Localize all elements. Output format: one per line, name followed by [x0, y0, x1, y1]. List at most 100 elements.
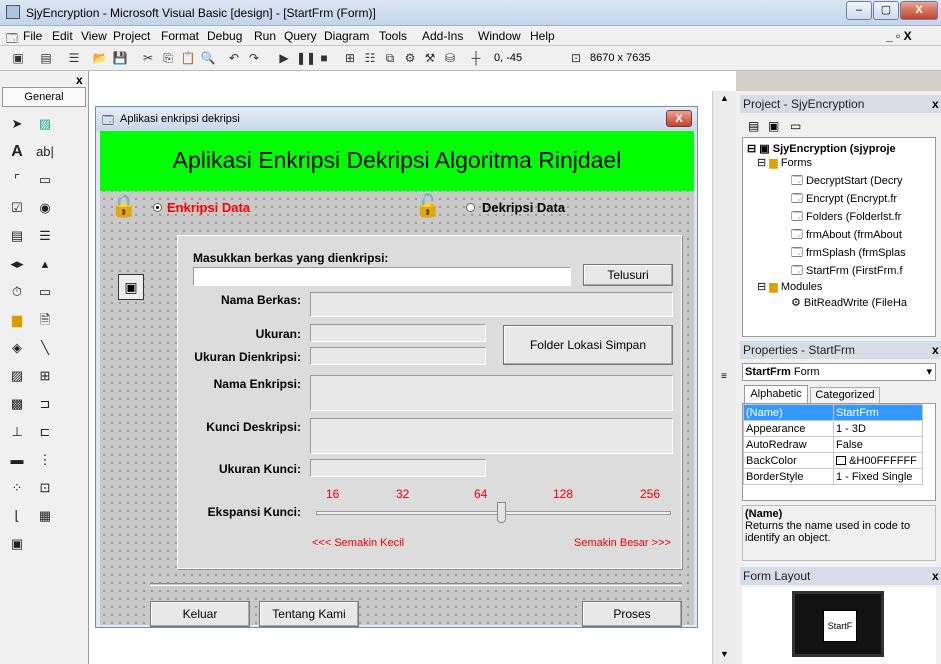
slider-thumb[interactable] [497, 502, 506, 523]
menu-project[interactable]: Project [113, 29, 150, 43]
end-icon[interactable]: ■ [316, 50, 332, 66]
property-value[interactable]: False [833, 436, 923, 453]
tree-form-item[interactable]: 🗔 Encrypt (Encrypt.fr [791, 190, 897, 209]
property-row[interactable]: AutoRedraw False [743, 436, 923, 453]
scroll-down-arrow-icon[interactable]: ▼ [720, 649, 729, 659]
tool-extra8-icon[interactable]: ⌊ [6, 505, 28, 527]
tree-forms-folder[interactable]: ⊟ ▆ Forms [757, 156, 812, 169]
menu-view[interactable]: View [81, 29, 107, 43]
open-icon[interactable]: 📂 [92, 50, 108, 66]
commandbutton-tool-icon[interactable]: ▭ [34, 169, 56, 191]
find-icon[interactable]: 🔍 [200, 50, 216, 66]
dirlistbox-tool-icon[interactable]: ▆ [6, 309, 28, 331]
vscrollbar-tool-icon[interactable]: ▴ [34, 253, 56, 275]
undo-icon[interactable]: ↶ [226, 50, 242, 66]
listbox-tool-icon[interactable]: ☰ [34, 225, 56, 247]
form-close-button[interactable]: X [666, 110, 692, 127]
tool-extra7-icon[interactable]: ⊡ [34, 477, 56, 499]
maximize-button[interactable]: ▢ [873, 1, 899, 20]
menu-editor-icon[interactable]: ☰ [66, 50, 82, 66]
tree-module-item[interactable]: ⚙ BitReadWrite (FileHa [791, 296, 907, 309]
form-window[interactable]: 🗔 Aplikasi enkripsi dekripsi X Aplikasi … [95, 106, 698, 628]
designer-vscrollbar[interactable]: ▲ ≡ ▼ [712, 91, 736, 664]
close-button[interactable]: X [900, 1, 938, 20]
image-tool-icon[interactable]: ▨ [6, 365, 28, 387]
tool-extra6-icon[interactable]: ⁘ [6, 477, 28, 499]
property-value[interactable]: &H00FFFFFF [833, 452, 923, 469]
view-code-icon[interactable]: ▤ [748, 119, 759, 133]
add-project-icon[interactable]: ▣ [10, 50, 26, 66]
properties-close-button[interactable]: x [932, 343, 939, 357]
key-expansion-slider[interactable] [316, 502, 671, 524]
scroll-grip-icon[interactable]: ≡ [721, 371, 727, 382]
redo-icon[interactable]: ↷ [246, 50, 262, 66]
property-row-name[interactable]: (Name) StartFrm [743, 404, 923, 421]
property-row[interactable]: Appearance 1 - 3D [743, 420, 923, 437]
menu-help[interactable]: Help [530, 29, 555, 43]
line-tool-icon[interactable]: ╲ [34, 337, 56, 359]
toolbox-tab-general[interactable]: General [2, 87, 86, 107]
menu-debug[interactable]: Debug [207, 29, 242, 43]
tool-extra2-icon[interactable]: ⊥ [6, 421, 28, 443]
tool-extra10-icon[interactable]: ▣ [6, 533, 28, 555]
toggle-folders-icon[interactable]: ▭ [790, 119, 801, 133]
view-object-icon[interactable]: ▣ [768, 119, 779, 133]
about-button[interactable]: Tentang Kami [259, 601, 359, 627]
decryption-key-input[interactable] [310, 418, 673, 454]
decrypt-radio[interactable] [466, 203, 475, 212]
property-value[interactable]: StartFrm [833, 404, 923, 421]
menu-query[interactable]: Query [284, 29, 317, 43]
shape-tool-icon[interactable]: ◈ [6, 337, 28, 359]
ole-tool-icon[interactable]: ▩ [6, 393, 28, 415]
menu-window[interactable]: Window [478, 29, 521, 43]
tool-extra3-icon[interactable]: ⊏ [34, 421, 56, 443]
exit-button[interactable]: Keluar [150, 601, 250, 627]
tool-extra1-icon[interactable]: ⊐ [34, 393, 56, 415]
tool-extra4-icon[interactable]: ▬ [6, 449, 28, 471]
form-layout-close-button[interactable]: x [932, 569, 939, 583]
menu-format[interactable]: Format [161, 29, 199, 43]
toolbox-icon[interactable]: ⚒ [422, 50, 438, 66]
tree-form-item[interactable]: 🗔 frmSplash (frmSplas [791, 244, 906, 263]
properties-window-icon[interactable]: ☷ [362, 50, 378, 66]
decrypt-option-label[interactable]: Dekripsi Data [482, 200, 565, 215]
data-tool-icon[interactable]: ⊞ [34, 365, 56, 387]
object-browser-icon[interactable]: ⚙ [402, 50, 418, 66]
menu-addins[interactable]: Add-Ins [422, 29, 463, 43]
form-layout-icon[interactable]: ⧉ [382, 50, 398, 66]
data-view-icon[interactable]: ⛁ [442, 50, 458, 66]
save-icon[interactable]: 💾 [112, 50, 128, 66]
browse-button[interactable]: Telusuri [583, 264, 673, 286]
copy-icon[interactable]: ⎘ [160, 50, 176, 66]
tree-root[interactable]: ⊟ ▣ SjyEncryption (sjyproje [747, 142, 896, 155]
tool-extra5-icon[interactable]: ⋮ [34, 449, 56, 471]
tree-modules-folder[interactable]: ⊟ ▆ Modules [757, 280, 822, 293]
menu-tools[interactable]: Tools [379, 29, 407, 43]
menu-file[interactable]: File [23, 29, 42, 43]
object-selector[interactable]: StartFrm Form ▾ [742, 363, 936, 381]
timer-tool-icon[interactable]: ⏱ [6, 281, 28, 303]
add-form-icon[interactable]: ▤ [38, 50, 54, 66]
encrypt-option-label[interactable]: Enkripsi Data [167, 200, 250, 215]
common-dialog-control-icon[interactable]: ▣ [118, 274, 144, 300]
tool-extra9-icon[interactable]: ▦ [34, 505, 56, 527]
start-icon[interactable]: ▶ [276, 50, 292, 66]
project-close-button[interactable]: x [932, 97, 939, 111]
menu-diagram[interactable]: Diagram [324, 29, 369, 43]
checkbox-tool-icon[interactable]: ☑ [6, 197, 28, 219]
chevron-down-icon[interactable]: ▾ [926, 364, 932, 380]
filelistbox-tool-icon[interactable]: 🗎 [34, 309, 56, 331]
scroll-up-arrow-icon[interactable]: ▲ [720, 93, 729, 103]
menu-edit[interactable]: Edit [52, 29, 73, 43]
menu-run[interactable]: Run [254, 29, 276, 43]
frame-tool-icon[interactable]: ⌜ [6, 169, 28, 191]
toolbox-close-button[interactable]: x [76, 73, 83, 87]
mdi-controls[interactable]: _ ▫ X [886, 29, 912, 43]
hscrollbar-tool-icon[interactable]: ◂▸ [6, 253, 28, 275]
project-explorer-icon[interactable]: ⊞ [342, 50, 358, 66]
tree-form-item[interactable]: 🗔 frmAbout (frmAbout [791, 226, 902, 245]
tab-categorized[interactable]: Categorized [810, 387, 880, 403]
tree-form-item[interactable]: 🗔 Folders (Folderlst.fr [791, 208, 901, 227]
paste-icon[interactable]: 📋 [180, 50, 196, 66]
optionbutton-tool-icon[interactable]: ◉ [34, 197, 56, 219]
